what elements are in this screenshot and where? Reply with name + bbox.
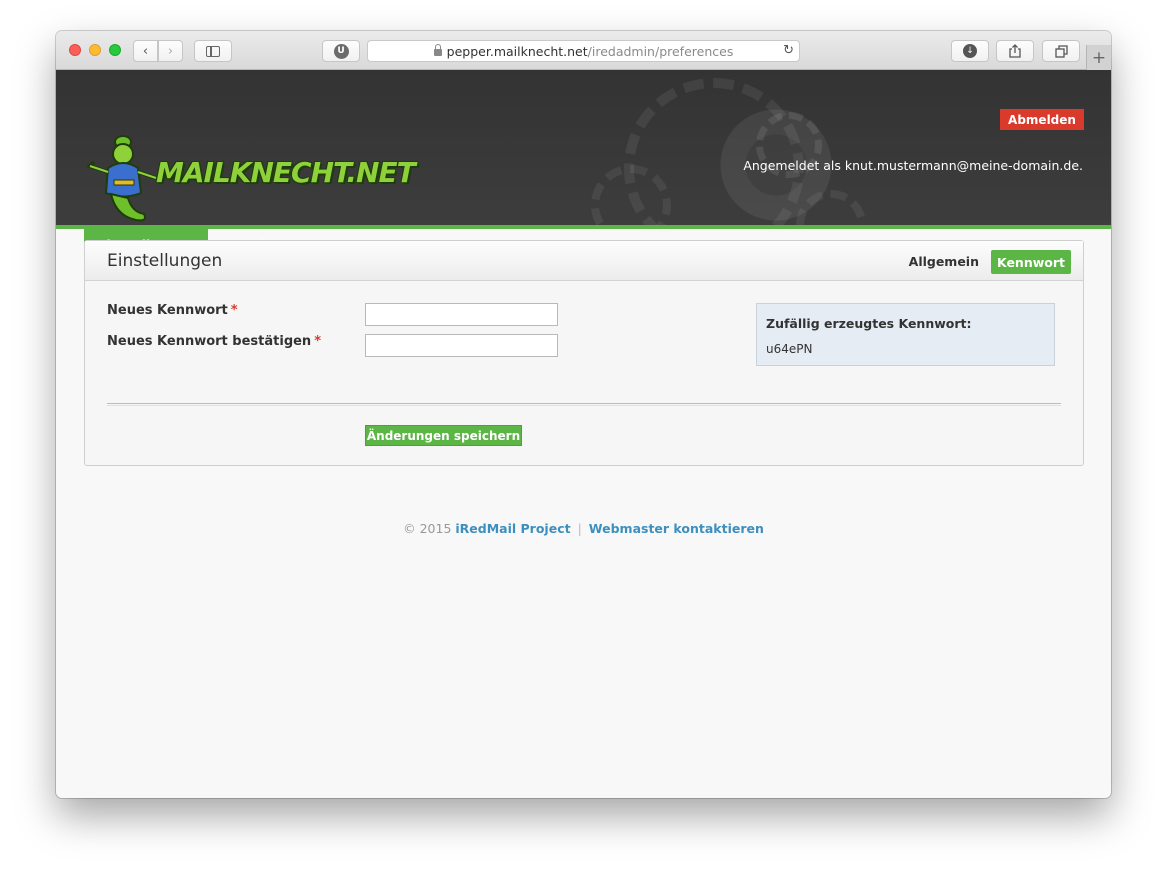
random-password-value: u64ePN — [766, 342, 813, 356]
plus-icon: + — [1091, 47, 1107, 68]
page-title: Einstellungen — [107, 251, 223, 271]
forward-button[interactable]: › — [158, 40, 183, 62]
new-password-field[interactable] — [365, 303, 558, 326]
form-divider — [107, 403, 1061, 406]
save-changes-button[interactable]: Änderungen speichern — [365, 425, 522, 446]
logout-button[interactable]: Abmelden — [1000, 109, 1084, 130]
browser-toolbar: ‹ › U pepper.mailknecht.net/iredadmin/pr… — [56, 31, 1111, 70]
confirm-password-label-text: Neues Kennwort bestätigen — [107, 334, 312, 349]
downloads-button[interactable]: ↓ — [951, 40, 989, 62]
genie-mascot-icon — [86, 135, 157, 222]
logged-in-status: Angemeldet als knut.mustermann@meine-dom… — [743, 158, 1083, 173]
lock-icon — [433, 43, 442, 56]
required-mark: * — [230, 303, 238, 318]
address-bar[interactable]: pepper.mailknecht.net/iredadmin/preferen… — [367, 40, 800, 62]
page-footer: © 2015 iRedMail Project | Webmaster kont… — [56, 521, 1111, 536]
site-logo[interactable]: MAILKNECHT.NET — [86, 128, 416, 228]
download-icon: ↓ — [963, 44, 977, 58]
back-icon: ‹ — [142, 43, 149, 59]
random-password-title: Zufällig erzeugtes Kennwort: — [766, 316, 972, 331]
confirm-password-field[interactable] — [365, 334, 558, 357]
close-window-button[interactable] — [69, 44, 81, 56]
tabs-overview-button[interactable] — [1042, 40, 1080, 62]
tabs-icon — [1054, 44, 1068, 58]
new-tab-button[interactable]: + — [1086, 45, 1111, 70]
browser-window: ‹ › U pepper.mailknecht.net/iredadmin/pr… — [56, 31, 1111, 798]
tab-kennwort[interactable]: Kennwort — [991, 250, 1071, 274]
minimize-window-button[interactable] — [89, 44, 101, 56]
share-icon — [1009, 44, 1021, 58]
settings-panel: Einstellungen Allgemein Kennwort Neues K… — [84, 240, 1084, 466]
iredmail-project-link[interactable]: iRedMail Project — [455, 521, 570, 536]
tab-allgemein[interactable]: Allgemein — [909, 254, 979, 269]
sidebar-icon — [206, 45, 220, 57]
required-mark: * — [314, 334, 322, 349]
new-password-label: Neues Kennwort * — [107, 303, 238, 318]
extension-icon: U — [333, 43, 349, 59]
share-button[interactable] — [996, 40, 1034, 62]
contact-webmaster-link[interactable]: Webmaster kontaktieren — [589, 521, 764, 536]
back-button[interactable]: ‹ — [133, 40, 158, 62]
forward-icon: › — [167, 43, 174, 59]
new-password-label-text: Neues Kennwort — [107, 303, 228, 318]
extension-button[interactable]: U — [322, 40, 360, 62]
logo-text: MAILKNECHT.NET — [156, 156, 416, 189]
url-domain: pepper.mailknecht.net — [446, 43, 588, 59]
site-header: MAILKNECHT.NET Abmelden Angemeldet als k… — [56, 70, 1111, 260]
reload-icon[interactable]: ↻ — [783, 43, 794, 58]
gear-decoration — [591, 165, 671, 245]
sidebar-button[interactable] — [194, 40, 232, 62]
header-divider — [56, 225, 1111, 229]
footer-separator: | — [577, 521, 582, 536]
url-path: /iredadmin/preferences — [587, 43, 734, 59]
panel-header: Einstellungen Allgemein Kennwort — [85, 241, 1083, 281]
confirm-password-label: Neues Kennwort bestätigen * — [107, 334, 321, 349]
copyright-text: © 2015 — [403, 521, 452, 536]
random-password-box: Zufällig erzeugtes Kennwort: u64ePN — [756, 303, 1055, 366]
zoom-window-button[interactable] — [109, 44, 121, 56]
